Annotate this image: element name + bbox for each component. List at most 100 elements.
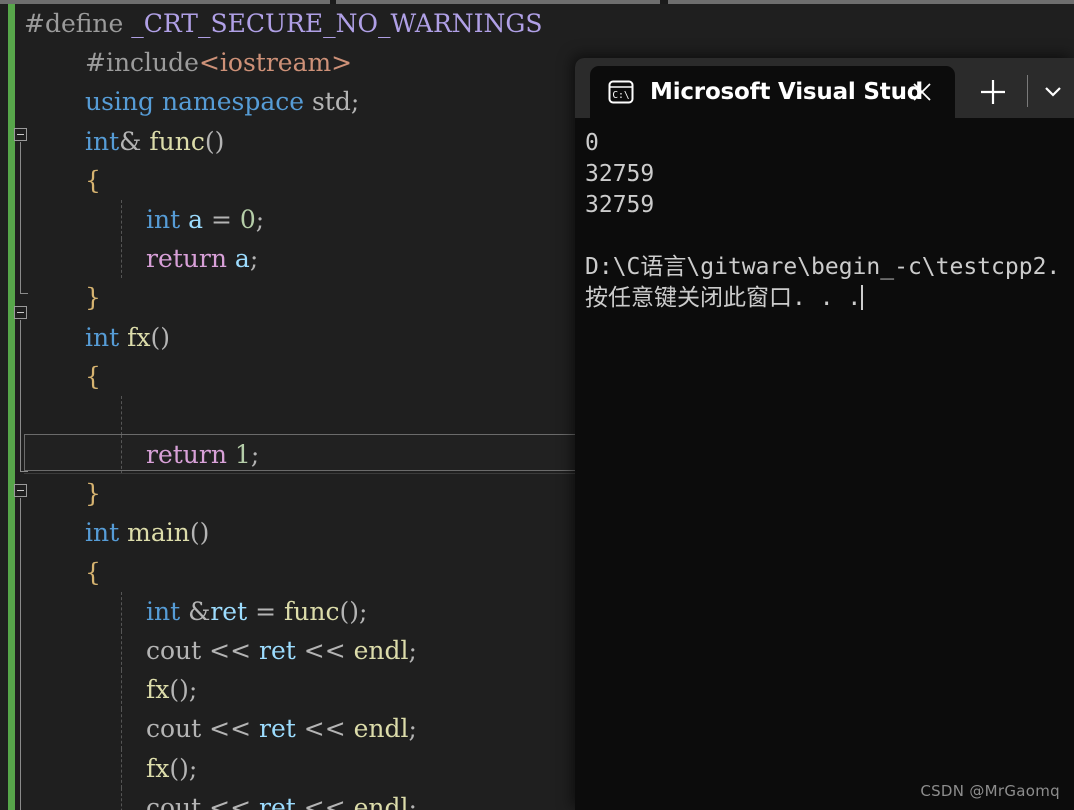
code-token: #include <box>85 48 199 78</box>
console-tab-title: Microsoft Visual Stud <box>650 79 924 105</box>
code-token: & <box>180 596 211 626</box>
code-token: () <box>189 518 210 548</box>
code-token: 0 <box>239 204 256 234</box>
code-token: a <box>188 204 204 234</box>
fold-guide-func <box>20 142 21 293</box>
code-token: } <box>85 479 101 509</box>
code-token: using namespace <box>85 87 312 117</box>
code-token: endl <box>353 792 409 810</box>
code-token: endl <box>353 636 409 665</box>
console-titlebar[interactable]: C:\ Microsoft Visual Stud <box>575 58 1074 118</box>
code-token: } <box>85 283 101 313</box>
code-token: (); <box>169 753 198 783</box>
svg-text:C:\: C:\ <box>612 90 629 101</box>
code-token: () <box>150 322 170 352</box>
code-token: (); <box>169 675 198 705</box>
code-token: <iostream> <box>198 48 353 78</box>
indent-guide <box>121 670 122 710</box>
code-token: () <box>204 126 225 156</box>
code-token: 1 <box>234 440 251 470</box>
code-token: = <box>203 204 240 234</box>
code-token: cout <box>146 714 202 744</box>
change-indicator-bar <box>8 4 15 810</box>
code-token: ; <box>250 440 260 470</box>
console-line: 32759 <box>585 161 655 187</box>
code-token: int <box>146 204 181 234</box>
code-token: ret <box>210 596 248 626</box>
indent-guide <box>121 631 122 671</box>
code-token: ; <box>249 244 259 274</box>
new-tab-button[interactable] <box>973 72 1013 112</box>
code-token: fx <box>146 675 170 705</box>
code-token: ; <box>408 636 417 665</box>
code-token: ret <box>259 636 296 665</box>
code-token: return <box>146 440 227 470</box>
code-token: endl <box>353 714 409 744</box>
code-token: int <box>85 518 120 548</box>
code-token: int <box>85 126 120 156</box>
indent-guide <box>121 787 122 810</box>
close-icon[interactable] <box>911 81 933 103</box>
code-token: _CRT_SECURE_NO_WARNINGS <box>131 9 543 38</box>
code-token: << <box>295 636 354 665</box>
code-token: << <box>295 714 354 744</box>
code-token: return <box>146 244 227 274</box>
code-line[interactable]: #define _CRT_SECURE_NO_WARNINGS <box>24 4 1074 43</box>
csdn-watermark: CSDN @MrGaomq <box>920 782 1060 800</box>
indent-guide <box>121 435 122 475</box>
code-token: ret <box>259 792 296 810</box>
code-token: << <box>201 636 259 665</box>
indent-guide <box>121 199 122 240</box>
code-token: fx <box>127 322 151 352</box>
console-cursor <box>861 285 864 310</box>
code-token: ; <box>408 714 417 744</box>
console-line: D:\C语言\gitware\begin_-c\testcpp2. <box>585 254 1061 280</box>
indent-guide <box>121 591 122 631</box>
code-token: { <box>85 361 101 391</box>
code-token: { <box>85 165 101 195</box>
code-token: func <box>149 126 205 156</box>
fold-guide-fx <box>20 320 21 471</box>
console-line: 按任意键关闭此窗口. . . <box>585 285 864 311</box>
code-token: << <box>295 792 354 810</box>
code-token: << <box>201 714 259 744</box>
chevron-down-icon[interactable] <box>1037 76 1069 106</box>
indent-guide <box>121 748 122 788</box>
code-token: { <box>85 557 101 587</box>
console-window[interactable]: C:\ Microsoft Visual Stud 0 32759 32759 … <box>575 58 1074 810</box>
indent-guide <box>121 239 122 279</box>
code-token: cout <box>146 636 202 665</box>
code-token: #define <box>24 9 132 38</box>
code-token: ; <box>408 792 417 810</box>
code-token: (); <box>339 596 368 626</box>
console-tab[interactable]: C:\ Microsoft Visual Stud <box>590 66 955 118</box>
code-token: ret <box>259 714 296 744</box>
code-token: ; <box>255 204 265 234</box>
code-token: << <box>201 792 259 810</box>
code-token: std; <box>311 87 360 117</box>
console-line: 32759 <box>585 192 655 218</box>
indent-guide <box>121 395 122 436</box>
code-token: main <box>127 518 190 548</box>
console-output-text[interactable]: 0 32759 32759 D:\C语言\gitware\begin_-c\testc… <box>575 118 1074 810</box>
screenshot-root: #define _CRT_SECURE_NO_WARNINGS #include<… <box>0 0 1074 810</box>
code-token: & <box>119 126 150 156</box>
fold-guide-main <box>20 498 21 810</box>
code-token: func <box>284 596 340 626</box>
code-token: cout <box>146 792 202 810</box>
terminal-cmd-icon: C:\ <box>608 80 634 104</box>
code-token: int <box>85 322 120 352</box>
code-token: = <box>247 596 284 626</box>
code-token: a <box>234 244 250 274</box>
tabbar-divider <box>1027 75 1028 107</box>
console-line: 0 <box>585 130 599 156</box>
indent-guide <box>121 709 122 749</box>
code-token: int <box>146 596 181 626</box>
code-token: fx <box>146 753 170 783</box>
